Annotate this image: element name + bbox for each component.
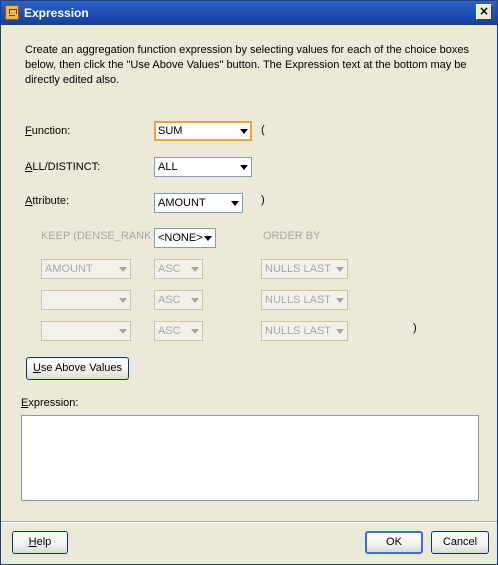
keep-select[interactable]: <NONE> (154, 228, 216, 248)
chevron-down-icon (336, 298, 344, 303)
all-distinct-label: ALL/DISTINCT: (25, 161, 101, 173)
chevron-down-icon (119, 298, 127, 303)
chevron-down-icon (336, 267, 344, 272)
button-separator (1, 521, 497, 523)
order-direction-select-1[interactable]: ASC (154, 259, 203, 279)
order-direction-select-3[interactable]: ASC (154, 321, 203, 341)
help-button[interactable]: Help (12, 531, 68, 554)
close-paren: ) (261, 194, 265, 206)
function-select[interactable]: SUM (154, 121, 252, 141)
dialog-app-icon (5, 5, 19, 20)
expression-textarea[interactable] (21, 415, 479, 501)
keep-dense-rank-label: KEEP (DENSE_RANK (41, 230, 152, 242)
chevron-down-icon (204, 236, 212, 241)
use-above-values-button[interactable]: Use Above Values (26, 357, 129, 380)
attribute-select[interactable]: AMOUNT (154, 193, 243, 213)
order-nulls-select-value: NULLS LAST (265, 294, 332, 306)
chevron-down-icon (240, 129, 248, 134)
close-button[interactable]: × (476, 4, 492, 20)
window-title: Expression (24, 6, 89, 20)
order-direction-select-value: ASC (158, 294, 181, 306)
order-column-select-1[interactable]: AMOUNT (41, 259, 131, 279)
cancel-button[interactable]: Cancel (431, 531, 489, 554)
order-nulls-select-value: NULLS LAST (265, 325, 332, 337)
order-nulls-select-3[interactable]: NULLS LAST (261, 321, 348, 341)
order-column-select-value: AMOUNT (45, 263, 93, 275)
keep-close-paren: ) (413, 322, 417, 334)
function-label: Function: (25, 125, 71, 137)
order-direction-select-2[interactable]: ASC (154, 290, 203, 310)
chevron-down-icon (240, 165, 248, 170)
all-distinct-select[interactable]: ALL (154, 157, 252, 177)
function-select-value: SUM (158, 125, 183, 137)
order-by-label: ORDER BY (263, 230, 321, 242)
order-direction-select-value: ASC (158, 263, 181, 275)
dialog-content: Create an aggregation function expressio… (1, 25, 497, 564)
chevron-down-icon (336, 329, 344, 334)
order-nulls-select-2[interactable]: NULLS LAST (261, 290, 348, 310)
chevron-down-icon (191, 329, 199, 334)
expression-label: Expression: (21, 397, 79, 409)
attribute-select-value: AMOUNT (158, 197, 206, 209)
instructions-text: Create an aggregation function expressio… (25, 44, 469, 86)
expression-dialog: Expression × Create an aggregation funct… (0, 0, 498, 565)
open-paren: ( (261, 124, 265, 136)
order-column-select-2[interactable] (41, 290, 131, 310)
keep-select-value: <NONE> (158, 232, 203, 244)
attribute-label: Attribute: (25, 195, 70, 207)
order-column-select-3[interactable] (41, 321, 131, 341)
title-bar: Expression × (1, 1, 497, 25)
chevron-down-icon (191, 267, 199, 272)
chevron-down-icon (231, 201, 239, 206)
chevron-down-icon (191, 298, 199, 303)
order-direction-select-value: ASC (158, 325, 181, 337)
ok-button[interactable]: OK (365, 531, 423, 554)
order-nulls-select-1[interactable]: NULLS LAST (261, 259, 348, 279)
chevron-down-icon (119, 267, 127, 272)
chevron-down-icon (119, 329, 127, 334)
all-distinct-select-value: ALL (158, 161, 178, 173)
order-nulls-select-value: NULLS LAST (265, 263, 332, 275)
